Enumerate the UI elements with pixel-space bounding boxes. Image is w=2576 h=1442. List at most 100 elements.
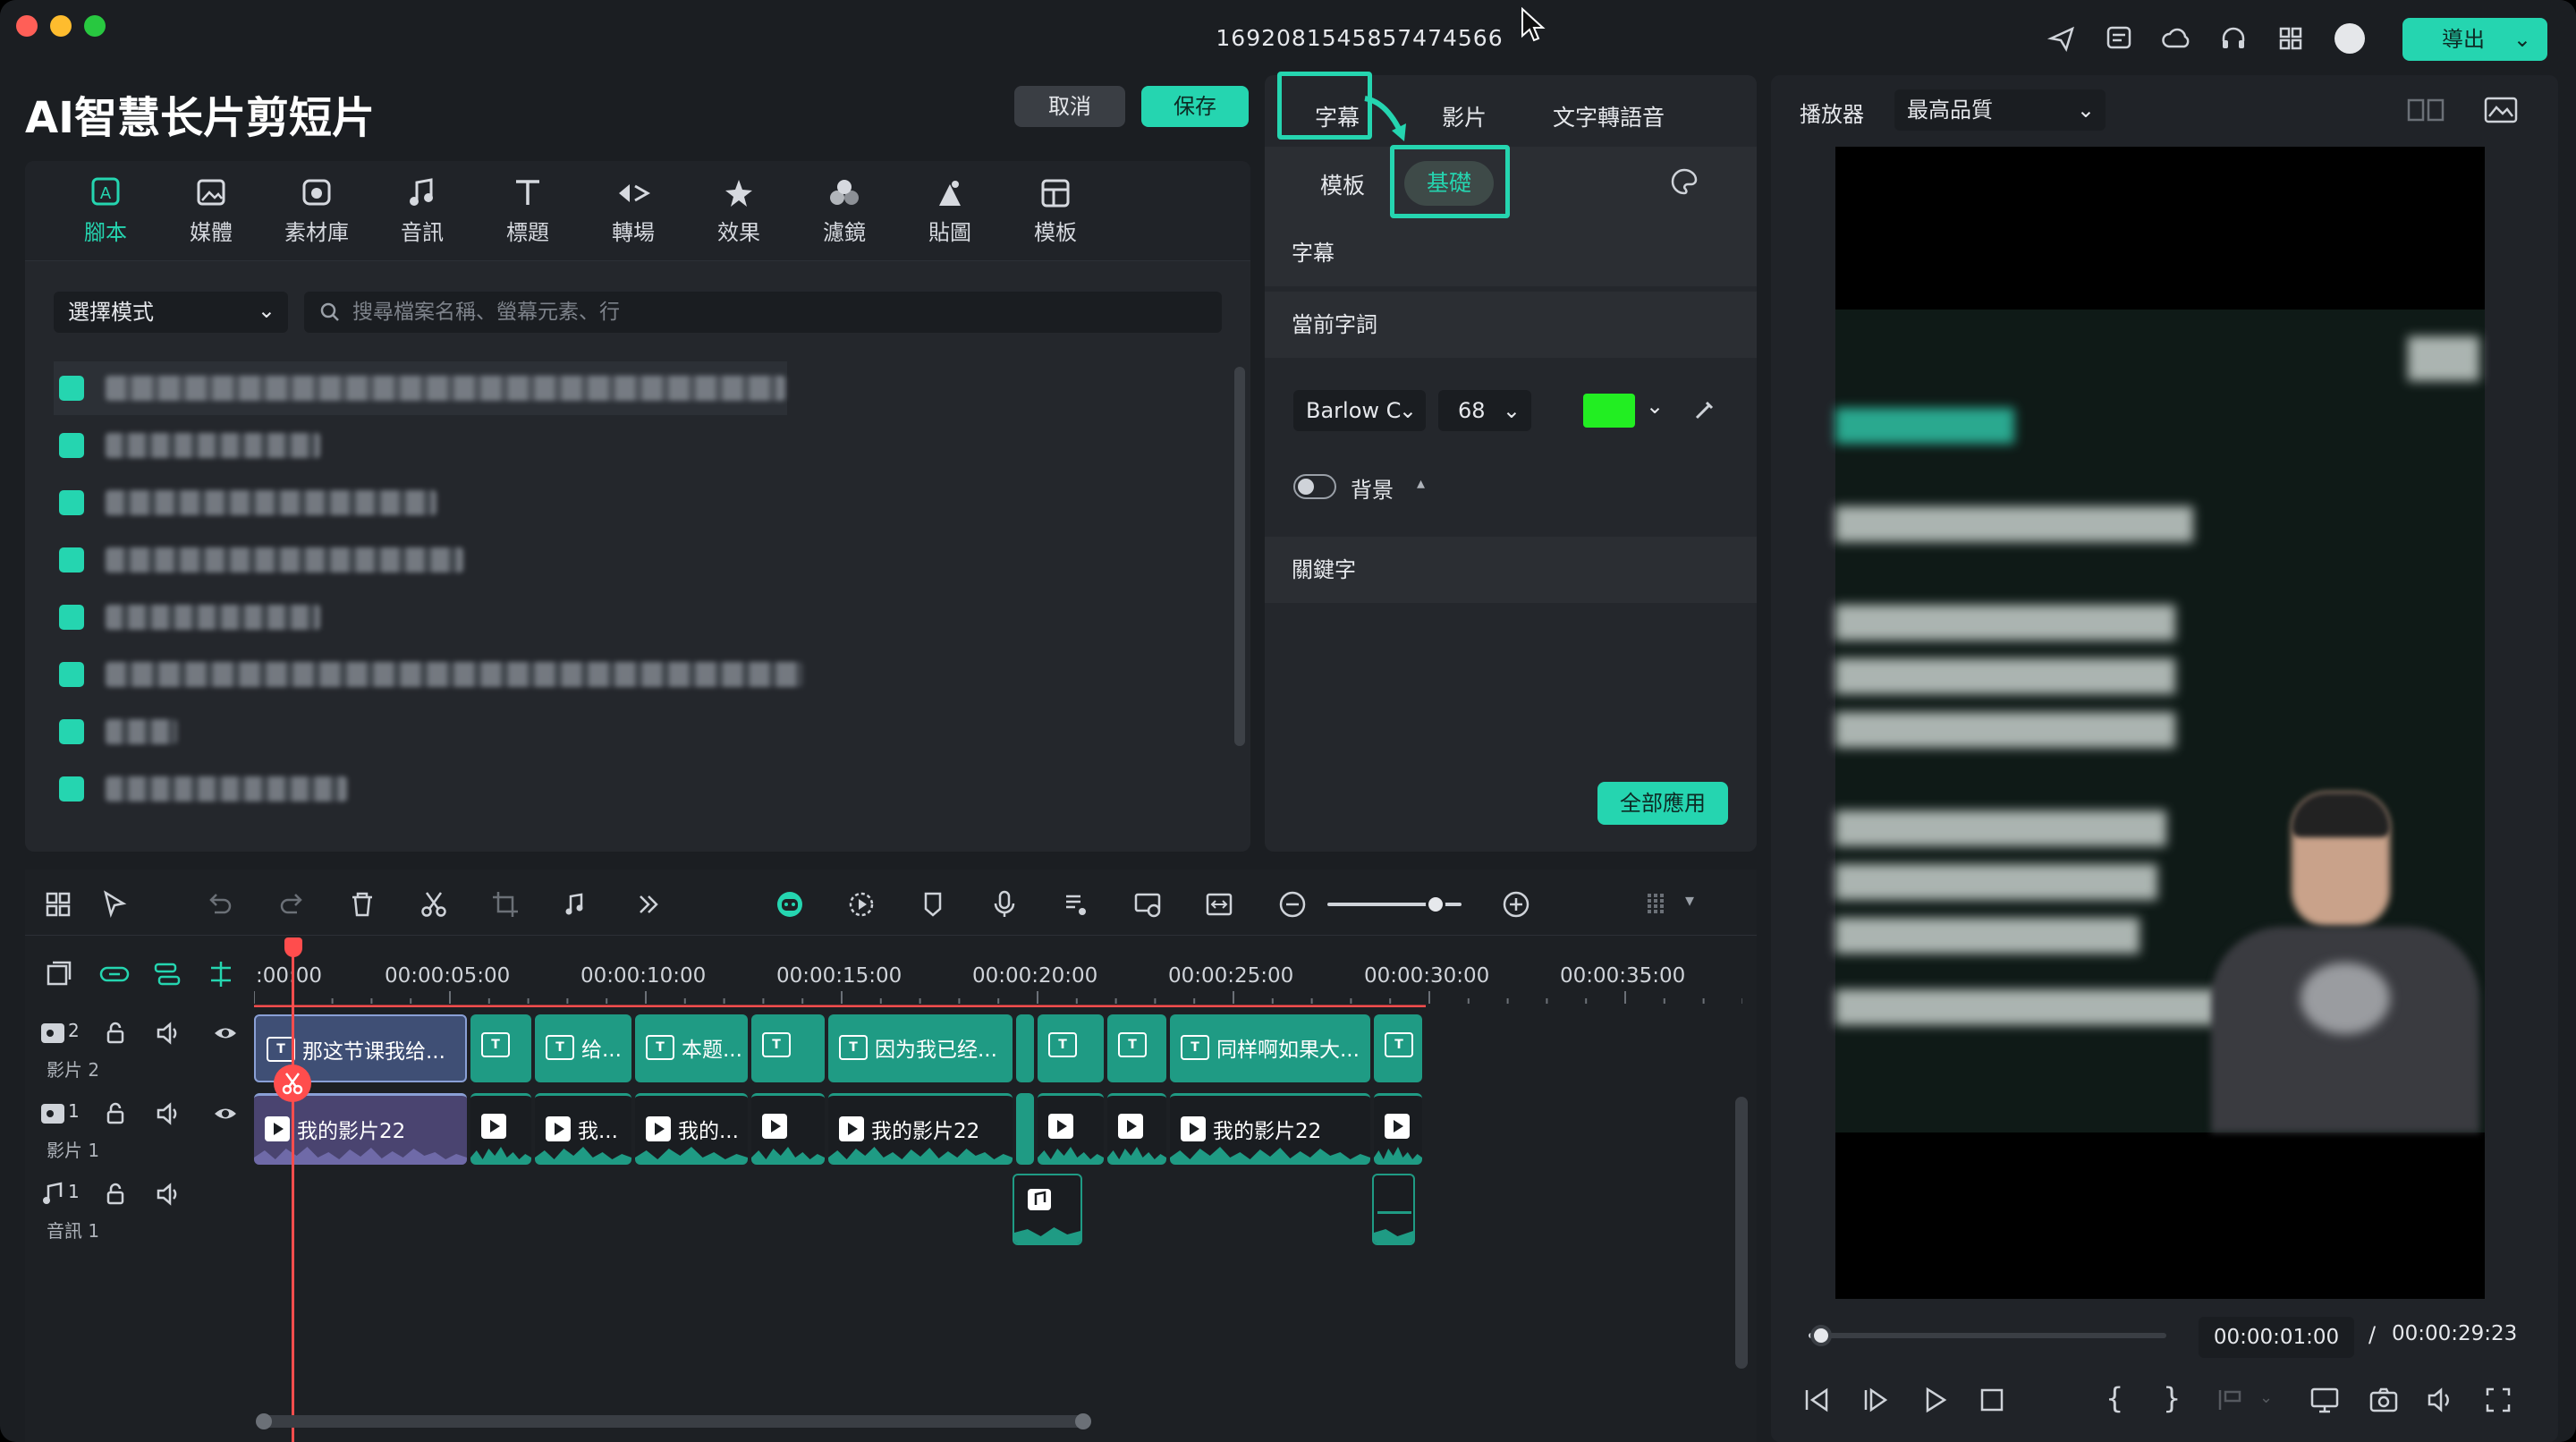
microphone-icon[interactable] [989, 889, 1020, 920]
voiceover-icon[interactable] [1061, 889, 1091, 920]
video-clip[interactable] [1016, 1093, 1034, 1165]
speed-icon[interactable] [846, 889, 877, 920]
audio-clip[interactable] [1372, 1174, 1415, 1245]
previous-frame-icon[interactable] [1801, 1385, 1832, 1415]
font-select[interactable]: Barlow C ⌄ [1293, 390, 1426, 431]
list-item[interactable] [54, 476, 1243, 530]
toolbar-filter[interactable]: 濾鏡 [801, 177, 887, 246]
lock-icon[interactable] [104, 1022, 127, 1045]
volume-icon[interactable] [2426, 1385, 2456, 1415]
mark-in-icon[interactable]: { [2106, 1381, 2123, 1415]
toolbar-library[interactable]: 素材庫 [274, 177, 360, 246]
cloud-icon[interactable] [2161, 23, 2191, 54]
list-item[interactable] [54, 705, 1243, 759]
minimize-window-button[interactable] [50, 15, 72, 37]
eyedropper-icon[interactable] [1692, 397, 1717, 422]
volume-icon[interactable] [156, 1102, 181, 1125]
video-clip[interactable] [470, 1093, 531, 1165]
image-icon[interactable] [2483, 95, 2519, 125]
layout-icon[interactable] [43, 889, 73, 920]
list-item[interactable] [54, 419, 1243, 472]
list-item[interactable] [54, 361, 787, 415]
checkbox[interactable] [59, 776, 84, 802]
chevron-down-icon[interactable]: ▾ [1685, 889, 1694, 911]
checkbox[interactable] [59, 490, 84, 515]
checkbox[interactable] [59, 547, 84, 573]
playback-progress[interactable] [1809, 1325, 2166, 1346]
chevron-up-icon[interactable]: ▴ [1417, 474, 1425, 493]
stop-icon[interactable] [1977, 1385, 2007, 1415]
title-clip[interactable]: T 因为我已经... [828, 1014, 1013, 1082]
grid-view-icon[interactable] [1642, 889, 1673, 920]
volume-icon[interactable] [156, 1183, 181, 1206]
eye-icon[interactable] [213, 1104, 238, 1124]
video-clip[interactable]: 我的影片22 [1170, 1093, 1370, 1165]
video-clip[interactable] [1038, 1093, 1104, 1165]
video-clip[interactable]: 我... [535, 1093, 631, 1165]
video-clip[interactable] [1107, 1093, 1166, 1165]
title-clip[interactable]: T [1107, 1014, 1166, 1082]
toolbar-title[interactable]: 標題 [485, 177, 571, 246]
list-item[interactable] [54, 590, 1243, 644]
compare-view-icon[interactable] [2406, 95, 2445, 125]
checkbox[interactable] [59, 433, 84, 458]
title-clip[interactable]: T [1374, 1014, 1422, 1082]
video-clip[interactable]: 我的... [635, 1093, 748, 1165]
apps-grid-icon[interactable] [2275, 23, 2306, 54]
checkbox[interactable] [59, 719, 84, 744]
title-clip[interactable]: T 给... [535, 1014, 631, 1082]
zoom-window-button[interactable] [84, 15, 106, 37]
avatar[interactable] [2334, 23, 2365, 54]
snap-icon[interactable] [206, 959, 236, 989]
crop-icon[interactable] [490, 889, 521, 920]
fullscreen-icon[interactable] [2483, 1385, 2513, 1415]
zoom-in-icon[interactable] [1501, 889, 1531, 920]
current-time[interactable]: 00:00:01:00 [2199, 1317, 2354, 1358]
screen-record-icon[interactable] [1132, 889, 1163, 920]
export-button[interactable]: 導出 ⌄ [2402, 18, 2547, 61]
mark-out-icon[interactable]: } [2163, 1381, 2181, 1415]
link-icon[interactable] [98, 959, 131, 989]
toolbar-transition[interactable]: 轉場 [590, 177, 676, 246]
chevron-down-icon[interactable]: ⌄ [2259, 1388, 2273, 1407]
palette-icon[interactable] [1669, 166, 1699, 197]
cancel-button[interactable]: 取消 [1014, 86, 1125, 127]
title-clip[interactable]: T 同样啊如果大... [1170, 1014, 1370, 1082]
more-tools-icon[interactable] [633, 889, 664, 920]
quality-select[interactable]: 最高品質 ⌄ [1894, 89, 2106, 131]
list-item[interactable] [54, 762, 1243, 816]
insert-icon[interactable] [2215, 1385, 2245, 1415]
title-clip[interactable]: T [470, 1014, 531, 1082]
list-scrollbar[interactable] [1234, 367, 1245, 746]
snapshot-icon[interactable] [2368, 1385, 2399, 1415]
apply-all-button[interactable]: 全部應用 [1597, 782, 1728, 825]
audio-edit-icon[interactable] [560, 889, 590, 920]
subtab-template[interactable]: 模板 [1320, 168, 1365, 200]
video-clip[interactable]: 我的影片22 [828, 1093, 1013, 1165]
display-icon[interactable] [2309, 1385, 2340, 1415]
title-clip[interactable]: T [751, 1014, 825, 1082]
headset-icon[interactable] [2218, 23, 2249, 54]
volume-icon[interactable] [156, 1022, 181, 1045]
mode-select[interactable]: 選擇模式 ⌄ [54, 292, 288, 333]
color-swatch[interactable] [1583, 394, 1635, 428]
tab-video[interactable]: 影片 [1442, 100, 1487, 132]
checkbox[interactable] [59, 376, 84, 401]
title-clip[interactable]: T [1038, 1014, 1104, 1082]
lock-icon[interactable] [104, 1183, 127, 1206]
eye-icon[interactable] [213, 1023, 238, 1043]
track-settings-icon[interactable] [152, 959, 182, 989]
playhead[interactable] [292, 939, 294, 1442]
toolbar-template[interactable]: 模板 [1013, 177, 1098, 246]
close-window-button[interactable] [16, 15, 38, 37]
toolbar-effects[interactable]: 效果 [696, 177, 782, 246]
title-clip[interactable]: T 本题... [635, 1014, 748, 1082]
playhead-handle[interactable] [284, 937, 302, 957]
title-clip[interactable] [1016, 1014, 1034, 1082]
next-frame-icon[interactable] [1860, 1385, 1891, 1415]
feedback-icon[interactable] [2104, 23, 2134, 54]
list-item[interactable] [54, 533, 1243, 587]
redo-icon[interactable] [277, 889, 308, 920]
video-clip[interactable] [751, 1093, 825, 1165]
checkbox[interactable] [59, 605, 84, 630]
